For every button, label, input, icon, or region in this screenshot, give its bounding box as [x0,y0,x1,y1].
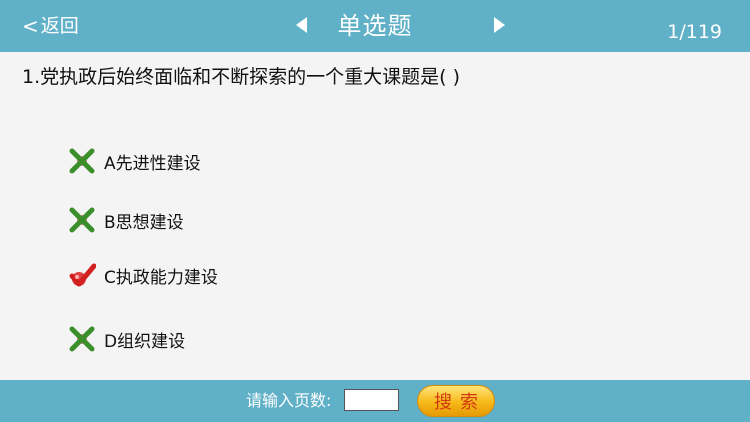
x-mark-icon [69,148,95,174]
x-mark-icon [69,207,95,233]
footer-bar: 请输入页数: 搜索 [0,380,750,422]
option-d[interactable]: D组织建设 [68,325,185,353]
option-b[interactable]: B思想建设 [68,206,184,234]
search-button[interactable]: 搜索 [417,385,495,417]
option-d-label: D组织建设 [104,331,186,352]
option-b-label: B思想建设 [104,212,184,233]
top-bar: < 返回 单选题 1/119 [0,0,750,52]
question-counter: 1/119 [667,21,722,43]
option-c-label: C执政能力建设 [104,267,218,288]
option-a-label: A先进性建设 [104,153,201,174]
next-question-icon[interactable] [494,17,505,33]
question-text: 1.党执政后始终面临和不断探索的一个重大课题是( ) [22,66,460,88]
option-a[interactable]: A先进性建设 [68,147,201,175]
x-mark-icon [69,326,95,352]
check-mark-icon [69,263,96,287]
page-title: 单选题 [337,12,413,40]
page-number-input[interactable] [344,389,399,411]
option-c[interactable]: C执政能力建设 [68,261,218,289]
page-number-label: 请输入页数: [246,391,332,410]
